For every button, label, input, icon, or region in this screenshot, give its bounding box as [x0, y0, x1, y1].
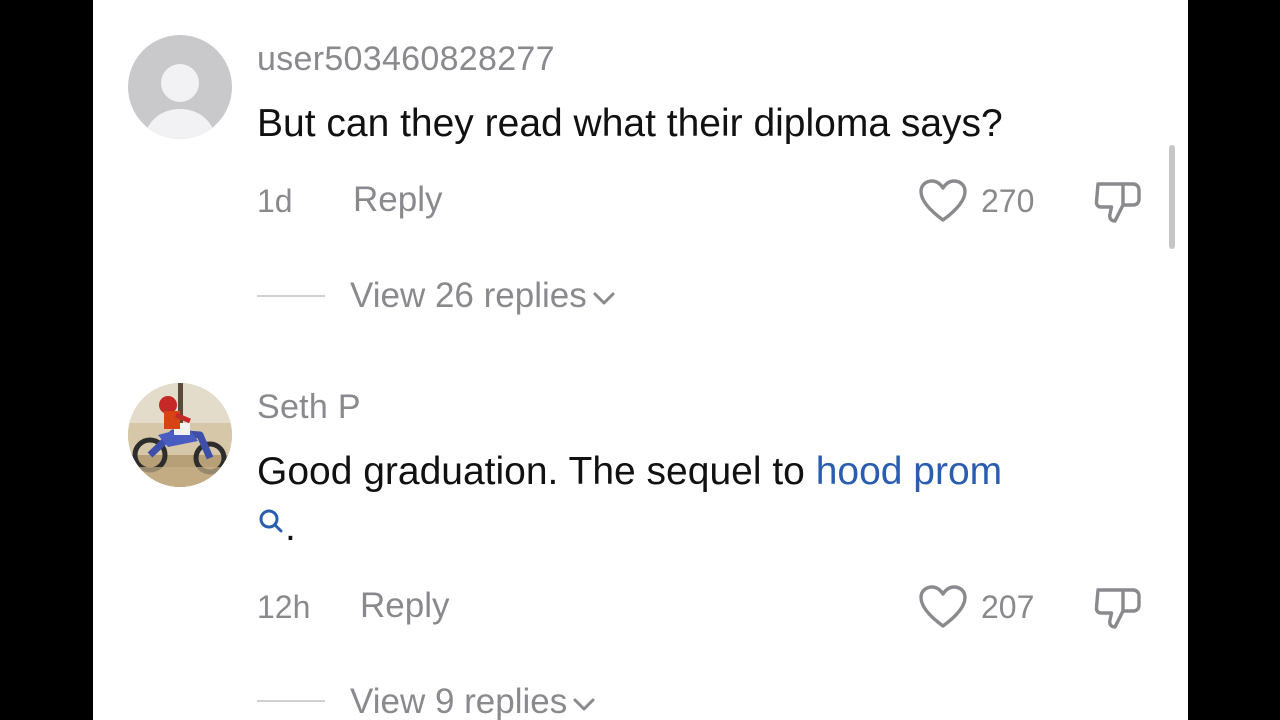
- thumbs-down-icon[interactable]: [1093, 584, 1143, 632]
- reply-button[interactable]: Reply: [360, 586, 449, 626]
- view-replies-label: View 26 replies: [350, 276, 587, 315]
- comments-panel: user503460828277 But can they read what …: [93, 0, 1188, 720]
- view-replies-button[interactable]: View 26 replies: [350, 276, 617, 316]
- chevron-down-icon: [573, 698, 595, 711]
- comment-timestamp: 12h: [257, 589, 311, 625]
- view-replies-button[interactable]: View 9 replies: [350, 682, 597, 720]
- comment-text-suffix: .: [285, 506, 296, 549]
- search-icon[interactable]: [257, 507, 285, 535]
- user-avatar-photo[interactable]: [128, 383, 232, 487]
- user-avatar-default[interactable]: [128, 35, 232, 139]
- comment-username[interactable]: user503460828277: [257, 40, 555, 79]
- replies-divider-line: [257, 295, 325, 297]
- comment-username[interactable]: Seth P: [257, 388, 361, 427]
- heart-outline-icon[interactable]: [918, 584, 968, 630]
- comment-timestamp: 1d: [257, 183, 293, 219]
- like-count: 270: [981, 183, 1035, 219]
- heart-outline-icon[interactable]: [918, 178, 968, 224]
- comment-text: Good graduation. The sequel to hood prom: [257, 450, 1002, 494]
- thumbs-down-icon[interactable]: [1093, 178, 1143, 226]
- chevron-down-icon: [593, 292, 615, 305]
- user-silhouette-icon: [146, 64, 214, 139]
- comment-text: But can they read what their diploma say…: [257, 102, 1003, 145]
- search-link[interactable]: hood prom: [816, 450, 1002, 493]
- motocross-avatar-image: [128, 383, 232, 487]
- comment-text-prefix: Good graduation. The sequel to: [257, 450, 816, 493]
- view-replies-label: View 9 replies: [350, 682, 568, 720]
- replies-divider-line: [257, 700, 325, 702]
- like-count: 207: [981, 589, 1035, 625]
- reply-button[interactable]: Reply: [353, 180, 442, 220]
- scrollbar[interactable]: [1169, 145, 1175, 249]
